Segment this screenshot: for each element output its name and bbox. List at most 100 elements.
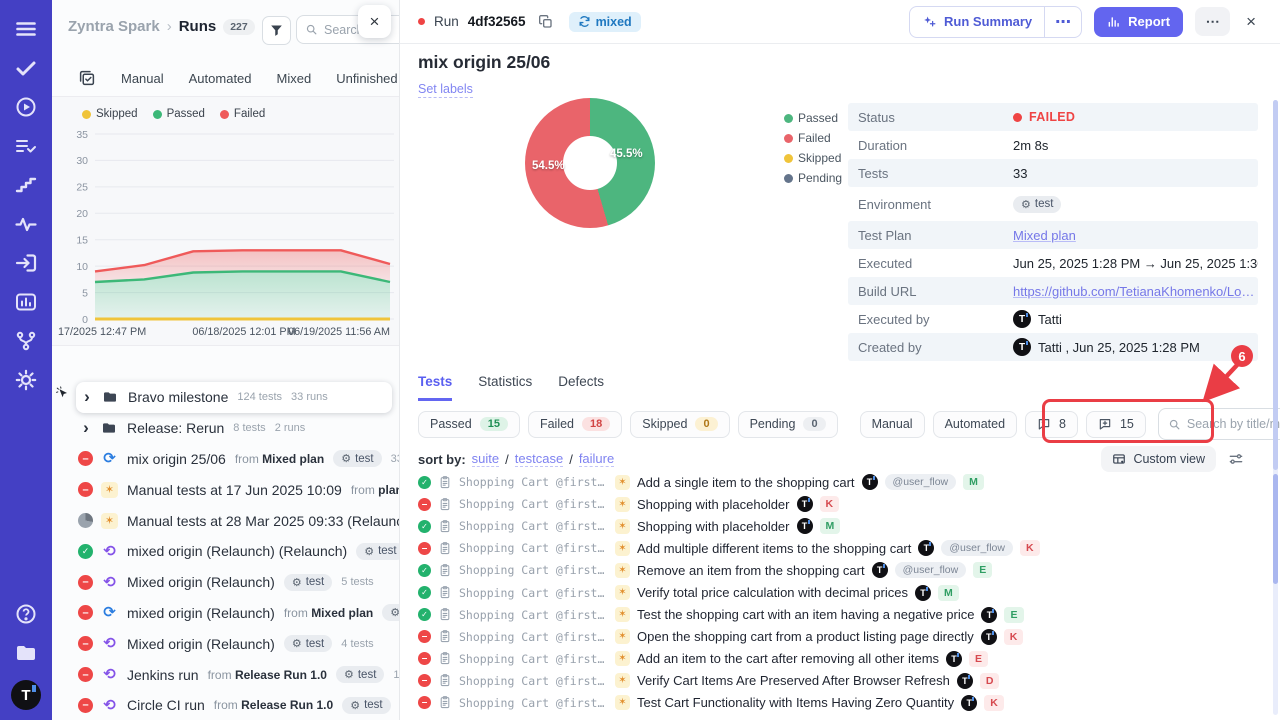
- filter-button[interactable]: [262, 16, 291, 45]
- run-list-item[interactable]: ⟲Jenkins runfrom Release Run 1.0⚙test13 …: [52, 659, 400, 690]
- run-list-item[interactable]: ›Release: Rerun8 tests2 runs: [52, 413, 400, 444]
- executed-range-value: Jun 25, 2025 1:28 PM → Jun 25, 2025 1:30…: [1013, 256, 1258, 271]
- more-actions-button[interactable]: ⋯: [1195, 7, 1230, 36]
- menu-icon[interactable]: [14, 17, 38, 41]
- run-type-badge[interactable]: mixed: [569, 12, 641, 32]
- plan-name[interactable]: Mixed plan: [311, 606, 373, 620]
- clipboard-icon: [438, 585, 452, 600]
- filter-skipped-button[interactable]: Skipped0: [630, 411, 729, 438]
- panel-close-button[interactable]: ×: [358, 5, 391, 38]
- steps-icon[interactable]: [14, 173, 38, 197]
- sort-by-failure[interactable]: failure: [579, 451, 614, 467]
- sync-icon: [578, 15, 591, 28]
- run-summary-more-button[interactable]: ⋯: [1044, 7, 1081, 37]
- run-list-icon[interactable]: [14, 134, 38, 158]
- test-row[interactable]: Shopping Cart @first…✶Add a single item …: [418, 471, 1280, 493]
- test-row[interactable]: Shopping Cart @first…✶Verify Cart Items …: [418, 670, 1280, 692]
- run-title-block: mix origin 25/06 Set labels: [418, 52, 550, 98]
- custom-view-button[interactable]: Custom view: [1101, 446, 1216, 472]
- filter-automated-button[interactable]: Automated: [933, 411, 1017, 438]
- custom-view-icon: [1112, 452, 1126, 466]
- tab-statistics[interactable]: Statistics: [478, 374, 532, 401]
- tests-count-value: 33: [1013, 166, 1027, 181]
- plan-name[interactable]: Release Run 1.0: [235, 668, 327, 682]
- test-suite: Shopping Cart @first…: [459, 497, 608, 511]
- tab-tests[interactable]: Tests: [418, 374, 452, 401]
- filter-failed-button[interactable]: Failed18: [528, 411, 622, 438]
- test-row[interactable]: Shopping Cart @first…✶Test Cart Function…: [418, 692, 1280, 714]
- plan-name[interactable]: Mixed plan: [262, 452, 324, 466]
- run-meta: 8 tests: [233, 422, 265, 434]
- tab-defects[interactable]: Defects: [558, 374, 604, 401]
- test-row[interactable]: Shopping Cart @first…✶Shopping with plac…: [418, 493, 1280, 515]
- runs-tab-manual[interactable]: Manual: [121, 71, 164, 86]
- run-list-item[interactable]: ✶Manual tests at 28 Mar 2025 09:33 (Rela…: [52, 505, 400, 536]
- sort-by-testcase[interactable]: testcase: [515, 451, 563, 467]
- test-title: Shopping with placeholder: [637, 497, 790, 512]
- close-run-button[interactable]: ×: [1242, 10, 1260, 34]
- sort-by-suite[interactable]: suite: [472, 451, 499, 467]
- run-list-item[interactable]: ›Bravo milestone124 tests33 runs: [76, 382, 392, 413]
- report-button[interactable]: Report: [1094, 7, 1183, 37]
- comment-filter-group: 8 15: [1025, 411, 1146, 438]
- comment-filter-button[interactable]: 15: [1086, 411, 1146, 438]
- user-avatar[interactable]: T: [11, 680, 41, 710]
- assignee-letter-badge: D: [980, 673, 1000, 689]
- environment-badge: ⚙test: [284, 574, 332, 591]
- settings-gear-icon[interactable]: [14, 368, 38, 392]
- display-settings-icon[interactable]: [1228, 451, 1244, 467]
- test-row[interactable]: Shopping Cart @first…✶Open the shopping …: [418, 626, 1280, 648]
- test-status-failed-icon: [418, 630, 431, 643]
- runs-tab-automated[interactable]: Automated: [189, 71, 252, 86]
- run-list-item[interactable]: ⟳mixed origin (Relaunch)from Mixed plan⚙…: [52, 598, 400, 629]
- run-detail-topbar: Run 4df32565 mixed Run Summary ⋯ Report …: [400, 0, 1280, 44]
- filter-pending-button[interactable]: Pending0: [738, 411, 838, 438]
- breadcrumb-project[interactable]: Zyntra Spark: [68, 18, 160, 35]
- sparkles-icon: [922, 14, 937, 29]
- scrollbar-thumb-lower[interactable]: [1273, 474, 1278, 584]
- copy-icon[interactable]: [538, 14, 554, 30]
- test-row[interactable]: Shopping Cart @first…✶Shopping with plac…: [418, 515, 1280, 537]
- play-circle-icon[interactable]: [14, 95, 38, 119]
- test-row[interactable]: Shopping Cart @first…✶Test the shopping …: [418, 604, 1280, 626]
- run-list-item[interactable]: ⟲mixed origin (Relaunch) (Relaunch)⚙test: [52, 536, 400, 567]
- plan-name[interactable]: plan 1: [378, 483, 400, 497]
- scrollbar-thumb[interactable]: [1273, 100, 1278, 470]
- projects-folder-icon[interactable]: [14, 641, 38, 665]
- activity-icon[interactable]: [14, 212, 38, 236]
- plan-name[interactable]: Release Run 1.0: [241, 698, 333, 712]
- run-detail-panel: Run 4df32565 mixed Run Summary ⋯ Report …: [400, 0, 1280, 720]
- search-icon: [1168, 418, 1181, 431]
- test-plan-link[interactable]: Mixed plan: [1013, 228, 1076, 243]
- run-summary-button[interactable]: Run Summary: [910, 7, 1044, 37]
- comment-filter-button[interactable]: 8: [1025, 411, 1078, 438]
- tasks-check-icon[interactable]: [14, 56, 38, 80]
- run-list-item[interactable]: ✶Manual tests at 17 Jun 2025 10:09from p…: [52, 474, 400, 505]
- environment-badge[interactable]: ⚙test: [1013, 196, 1061, 213]
- analytics-icon[interactable]: [14, 290, 38, 314]
- help-icon[interactable]: [14, 602, 38, 626]
- select-all-icon[interactable]: [78, 69, 96, 87]
- set-labels-link[interactable]: Set labels: [418, 82, 473, 98]
- run-list-item[interactable]: ⟲Circle CI runfrom Release Run 1.0⚙test1…: [52, 690, 400, 720]
- run-name: Release: Rerun: [127, 420, 224, 436]
- chevron-right-icon[interactable]: ›: [79, 387, 95, 407]
- run-list-item[interactable]: ⟲Mixed origin (Relaunch)⚙test4 tests: [52, 628, 400, 659]
- import-icon[interactable]: [14, 251, 38, 275]
- chevron-right-icon[interactable]: ›: [78, 418, 94, 438]
- branch-icon[interactable]: [14, 329, 38, 353]
- test-row[interactable]: Shopping Cart @first…✶Remove an item fro…: [418, 559, 1280, 581]
- test-row[interactable]: Shopping Cart @first…✶Add multiple diffe…: [418, 537, 1280, 559]
- test-row[interactable]: Shopping Cart @first…✶Add an item to the…: [418, 648, 1280, 670]
- donut-legend-pending: Pending: [784, 171, 842, 185]
- test-row[interactable]: Shopping Cart @first…✶Verify total price…: [418, 581, 1280, 603]
- runs-tab-unfinished[interactable]: Unfinished: [336, 71, 397, 86]
- run-list-item[interactable]: ⟲Mixed origin (Relaunch)⚙test5 tests: [52, 567, 400, 598]
- build-url-link[interactable]: https://github.com/TetianaKhomenko/Load-…: [1013, 284, 1258, 299]
- duration-value: 2m 8s: [1013, 138, 1048, 153]
- filter-passed-button[interactable]: Passed15: [418, 411, 520, 438]
- runs-tab-mixed[interactable]: Mixed: [277, 71, 312, 86]
- tests-search-input[interactable]: Search by title/message: [1158, 408, 1280, 440]
- run-list-item[interactable]: ⟳mix origin 25/06from Mixed plan⚙test33 …: [52, 444, 400, 475]
- filter-manual-button[interactable]: Manual: [860, 411, 925, 438]
